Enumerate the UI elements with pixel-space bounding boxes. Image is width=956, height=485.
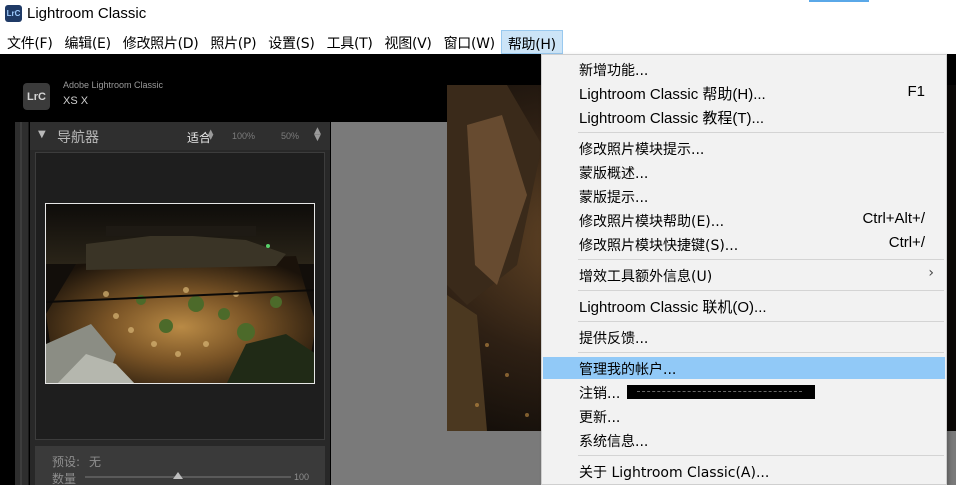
- menu-separator: [578, 132, 944, 133]
- menu-item-shortcut: Ctrl+/: [888, 234, 925, 251]
- menu-item-label: 关于 Lightroom Classic(A)...: [579, 465, 770, 481]
- help-develop-module-help[interactable]: 修改照片模块帮助(E)... Ctrl+Alt+/: [543, 209, 945, 231]
- preset-amount-area: 预设: 无 数量 100: [35, 446, 325, 485]
- lrc-identity-badge: LrC: [23, 83, 50, 110]
- updown-arrows-icon[interactable]: ▲ ▼: [208, 129, 213, 141]
- menu-item-label: 修改照片模块快捷键(S)...: [579, 238, 739, 254]
- menu-file[interactable]: 文件(F): [1, 30, 58, 54]
- quantity-slider-track[interactable]: [85, 476, 291, 478]
- navigator-title: 导航器: [57, 130, 99, 146]
- left-panel-edge[interactable]: [15, 122, 29, 485]
- menu-item-label: 蒙版概述...: [579, 166, 649, 182]
- menu-item-label: Lightroom Classic 联机(O)...: [579, 299, 767, 316]
- diorama-thumbnail-image: [46, 204, 314, 383]
- titlebar-accent: [809, 0, 869, 2]
- menu-item-label: 更新...: [579, 410, 621, 426]
- quantity-value: 100: [294, 472, 310, 482]
- menu-separator: [578, 455, 944, 456]
- menu-item-label: Lightroom Classic 教程(T)...: [579, 110, 765, 127]
- help-plugin-extras[interactable]: 增效工具额外信息(U) ›: [543, 264, 945, 286]
- help-develop-shortcuts[interactable]: 修改照片模块快捷键(S)... Ctrl+/: [543, 233, 945, 255]
- menu-item-label: 修改照片模块提示...: [579, 142, 705, 158]
- navigator-panel: ▼ 导航器 适合 ▲ ▼ 100% 50% ▲ ▼ 预设: 无 数量 100: [30, 122, 330, 485]
- redacted-email: [627, 385, 815, 399]
- menu-edit[interactable]: 编辑(E): [58, 30, 116, 54]
- title-bar: LrC Lightroom Classic: [0, 0, 956, 30]
- menu-help[interactable]: 帮助(H): [500, 30, 563, 54]
- help-mask-tips[interactable]: 蒙版提示...: [543, 185, 945, 207]
- help-tutorials[interactable]: Lightroom Classic 教程(T)...: [543, 106, 945, 128]
- menu-item-shortcut: F1: [907, 83, 925, 100]
- menu-separator: [578, 290, 944, 291]
- help-sign-out[interactable]: 注销...: [543, 381, 945, 403]
- menu-settings[interactable]: 设置(S): [262, 30, 320, 54]
- help-manage-account[interactable]: 管理我的帐户...: [543, 357, 945, 379]
- menu-photo[interactable]: 照片(P): [204, 30, 262, 54]
- help-online[interactable]: Lightroom Classic 联机(O)...: [543, 295, 945, 317]
- help-develop-tips[interactable]: 修改照片模块提示...: [543, 137, 945, 159]
- preset-value[interactable]: 无: [89, 453, 101, 470]
- menu-develop[interactable]: 修改照片(D): [117, 30, 205, 54]
- menu-item-label: 增效工具额外信息(U): [579, 269, 713, 285]
- help-feedback[interactable]: 提供反馈...: [543, 326, 945, 348]
- product-name: Adobe Lightroom Classic: [63, 80, 164, 90]
- help-lightroom-help[interactable]: Lightroom Classic 帮助(H)... F1: [543, 82, 945, 104]
- zoom-100-option[interactable]: 100%: [232, 131, 255, 141]
- quantity-slider-thumb[interactable]: [172, 472, 183, 479]
- user-name[interactable]: XS X: [63, 95, 88, 107]
- quantity-label: 数量: [52, 472, 77, 485]
- submenu-arrow-icon: ›: [928, 265, 934, 281]
- menu-item-label: Lightroom Classic 帮助(H)...: [579, 86, 766, 103]
- navigator-header[interactable]: ▼ 导航器 适合 ▲ ▼ 100% 50% ▲ ▼: [30, 122, 330, 150]
- preset-label: 预设:: [52, 455, 81, 469]
- navigator-thumbnail[interactable]: [45, 203, 315, 384]
- menu-item-label: 修改照片模块帮助(E)...: [579, 214, 725, 230]
- menu-tools[interactable]: 工具(T): [321, 30, 379, 54]
- menu-item-label: 蒙版提示...: [579, 190, 649, 206]
- menu-item-label: 新增功能...: [579, 63, 649, 79]
- zoom-stepper-icon[interactable]: ▲ ▼: [314, 127, 321, 143]
- help-dropdown-menu: 新增功能... Lightroom Classic 帮助(H)... F1 Li…: [541, 54, 947, 485]
- help-whats-new[interactable]: 新增功能...: [543, 58, 945, 80]
- navigator-preview-area[interactable]: [35, 152, 325, 440]
- menu-separator: [578, 259, 944, 260]
- menu-separator: [578, 352, 944, 353]
- help-system-info[interactable]: 系统信息...: [543, 429, 945, 451]
- menu-separator: [578, 321, 944, 322]
- help-about[interactable]: 关于 Lightroom Classic(A)...: [543, 460, 945, 482]
- lightroom-app-icon: LrC: [5, 5, 22, 22]
- window-title: Lightroom Classic: [27, 5, 147, 22]
- menu-item-label: 系统信息...: [579, 434, 649, 450]
- help-mask-overview[interactable]: 蒙版概述...: [543, 161, 945, 183]
- menu-item-label: 注销...: [579, 386, 621, 402]
- menu-bar: 文件(F) 编辑(E) 修改照片(D) 照片(P) 设置(S) 工具(T) 视图…: [0, 30, 956, 54]
- collapse-triangle-icon[interactable]: ▼: [38, 129, 46, 140]
- menu-item-shortcut: Ctrl+Alt+/: [862, 210, 925, 227]
- menu-view[interactable]: 视图(V): [379, 30, 438, 54]
- menu-item-label: 提供反馈...: [579, 331, 649, 347]
- zoom-50-option[interactable]: 50%: [281, 131, 299, 141]
- menu-item-label: 管理我的帐户...: [579, 362, 677, 378]
- menu-window[interactable]: 窗口(W): [438, 30, 501, 54]
- help-updates[interactable]: 更新...: [543, 405, 945, 427]
